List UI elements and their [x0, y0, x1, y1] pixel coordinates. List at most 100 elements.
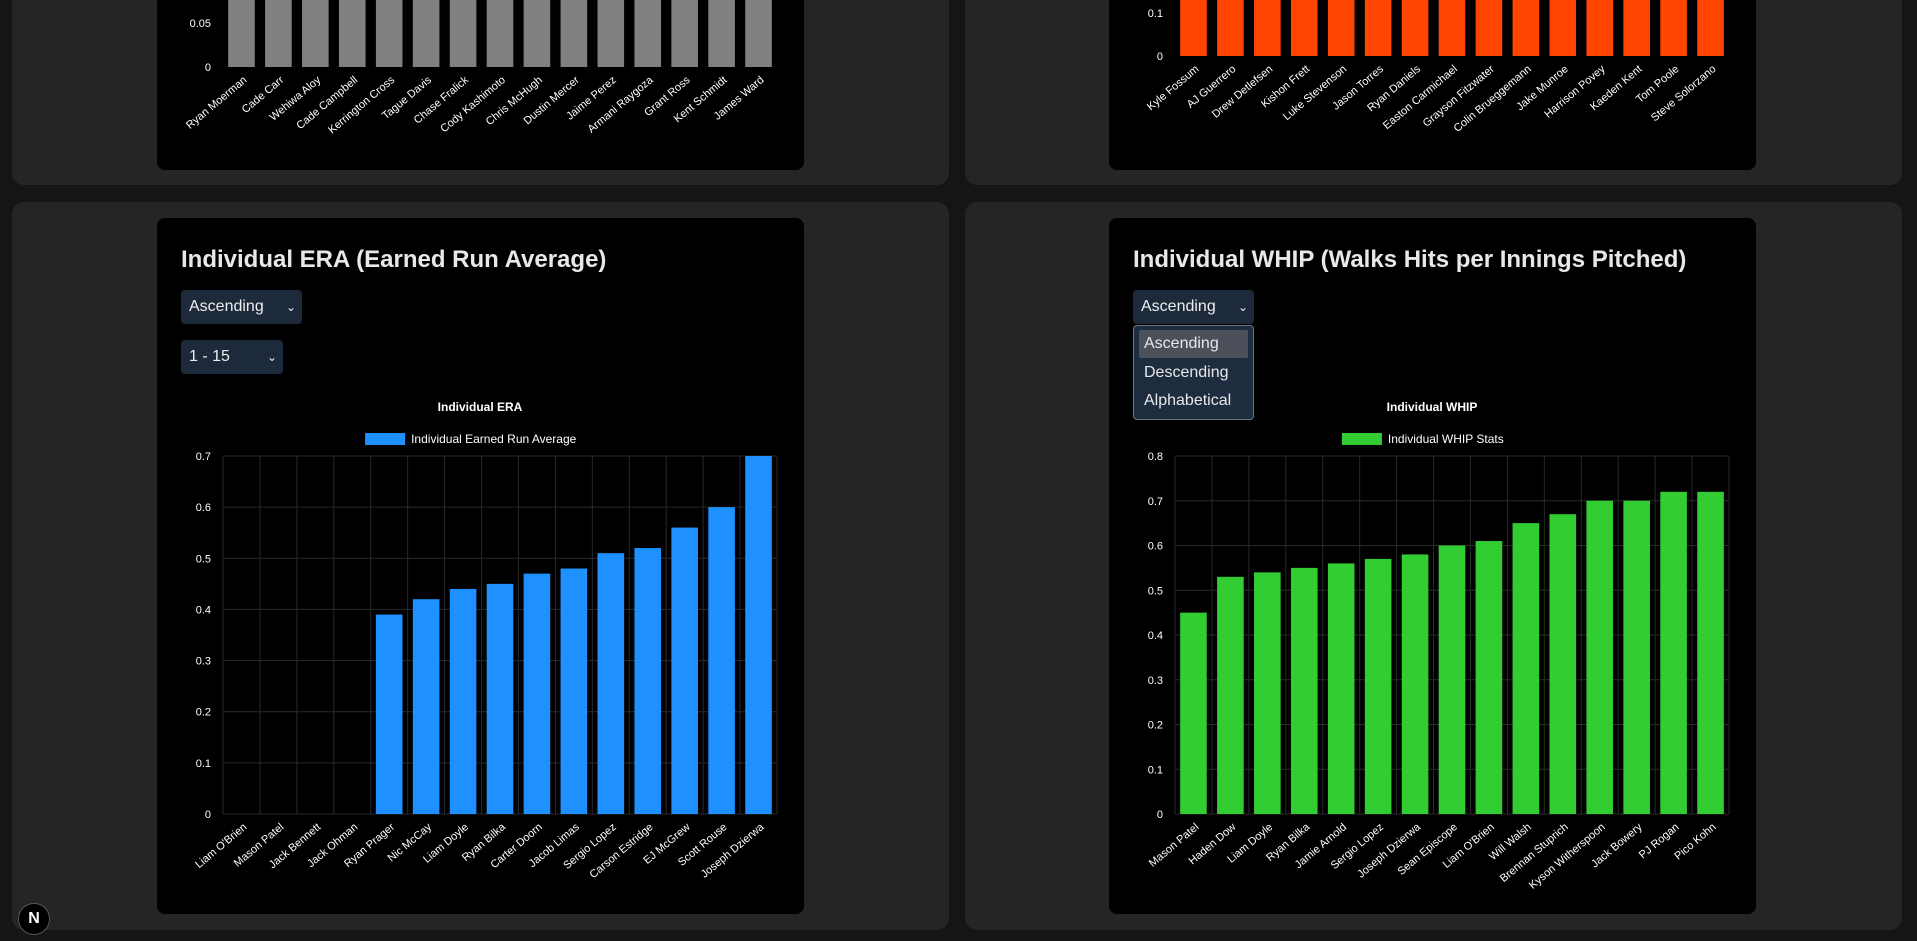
- bar: [449, 0, 477, 67]
- top-left-chart-card: 0.05 0 Ryan Moerman Cade Carr Wehiwa Aloy Cad…: [157, 0, 804, 170]
- bar: [265, 0, 292, 67]
- y-tick-label: 0.1: [196, 758, 211, 770]
- y-tick-label: 0.8: [1148, 451, 1163, 463]
- bar: [1217, 0, 1244, 56]
- y-tick-label: 0.5: [196, 553, 211, 565]
- bar: [1180, 0, 1207, 56]
- bar: [1327, 0, 1355, 56]
- bar: [1623, 0, 1650, 56]
- x-tick-label: Steve Solorzano: [1649, 63, 1719, 124]
- bar: [671, 0, 698, 67]
- bar: [1697, 0, 1724, 56]
- bar: [1180, 612, 1207, 814]
- dropdown-option-alphabetical[interactable]: Alphabetical: [1139, 387, 1248, 415]
- bar: [634, 548, 662, 814]
- bar: [1438, 0, 1466, 56]
- bar: [1512, 0, 1540, 56]
- y-tick-label: 0.5: [1148, 585, 1163, 597]
- bar: [375, 0, 403, 67]
- y-tick-label: 0.2: [196, 707, 211, 719]
- x-tick-label: Joseph Dzierwa: [1355, 821, 1423, 881]
- bar: [375, 614, 403, 814]
- bar: [1586, 500, 1614, 814]
- x-tick-label: Cody Kashimoto: [438, 74, 508, 135]
- x-tick-label: Armani Raygoza: [586, 74, 657, 136]
- bar: [486, 0, 514, 67]
- bar: [1660, 491, 1687, 814]
- bar: [597, 0, 625, 67]
- bar: [1549, 514, 1577, 814]
- bar: [745, 456, 772, 814]
- y-tick-label: 0.6: [196, 502, 211, 514]
- legend-swatch: [365, 433, 406, 445]
- y-tick-label: 0.2: [1148, 720, 1163, 732]
- bar: [560, 568, 588, 814]
- bar: [671, 527, 698, 814]
- y-tick-label: 0.6: [1148, 541, 1163, 553]
- x-tick-label: Pico Kohn: [1672, 821, 1718, 862]
- bar: [1290, 567, 1318, 814]
- bar: [1697, 491, 1724, 814]
- bar: [1290, 0, 1318, 56]
- legend-label: Individual WHIP Stats: [1388, 432, 1504, 446]
- y-tick-label: 0.3: [196, 656, 211, 668]
- bar: [1401, 554, 1429, 814]
- whip-sort-dropdown: Ascending Descending Alphabetical: [1133, 325, 1254, 420]
- x-tick-label: Kerrington Cross: [326, 74, 397, 137]
- bar: [745, 0, 772, 67]
- y-tick-label: 0.3: [1148, 675, 1163, 687]
- bar: [1217, 576, 1244, 814]
- whip-card: Individual WHIP (Walks Hits per Innings …: [1109, 218, 1756, 914]
- dropdown-option-ascending[interactable]: Ascending: [1139, 330, 1248, 358]
- bar: [1254, 572, 1281, 814]
- top-left-bar-chart: 0.050Ryan MoermanCade CarrWehiwa AloyCad…: [184, 0, 772, 137]
- y-tick-label: 0.1: [1148, 8, 1163, 20]
- legend-label: Individual Earned Run Average: [411, 432, 577, 446]
- y-tick-label: 0.7: [196, 451, 211, 463]
- x-tick-label: Luke Stevenson: [1281, 63, 1349, 123]
- x-tick-label: Carson Estridge: [588, 821, 656, 881]
- bar: [1512, 523, 1540, 814]
- y-tick-label: 0.4: [196, 604, 211, 616]
- bar: [1549, 0, 1577, 56]
- bar: [597, 553, 625, 814]
- bar: [1660, 0, 1687, 56]
- y-tick-label: 0: [205, 809, 211, 821]
- bar: [708, 507, 735, 814]
- bar: [1327, 563, 1355, 814]
- x-tick-label: Joseph Dzierwa: [699, 821, 767, 881]
- top-right-chart-card: 0.1 0 Kyle Fossum AJ Guerrero Drew Detlefsen…: [1109, 0, 1756, 170]
- y-tick-label: 0: [205, 62, 211, 74]
- bar: [1364, 0, 1392, 56]
- era-bar-chart: Individual ERA Individual Earned Run Aver…: [193, 400, 778, 881]
- bar: [1586, 0, 1614, 56]
- bar: [708, 0, 735, 67]
- bar: [228, 0, 255, 67]
- bar: [338, 0, 366, 67]
- y-tick-label: 0.1: [1148, 764, 1163, 776]
- top-right-bar-chart: 0.10Kyle FossumAJ GuerreroDrew Detlefsen…: [1145, 0, 1724, 135]
- whip-bar-chart: Individual WHIP Individual WHIP Stats 0 0.1…: [1147, 400, 1730, 892]
- bar: [1475, 0, 1503, 56]
- nextjs-dev-badge[interactable]: N: [18, 903, 50, 935]
- bar: [634, 0, 662, 67]
- y-tick-label: 0: [1157, 809, 1163, 821]
- y-tick-label: 0.05: [190, 18, 211, 30]
- bar: [1475, 541, 1503, 814]
- chart-title: Individual WHIP: [1387, 400, 1478, 414]
- bar: [1623, 500, 1650, 814]
- y-tick-label: 0: [1157, 51, 1163, 63]
- bar: [1254, 0, 1281, 56]
- dropdown-option-descending[interactable]: Descending: [1139, 359, 1248, 387]
- legend-swatch: [1341, 433, 1382, 445]
- bar: [302, 0, 329, 67]
- bar: [412, 0, 440, 67]
- bar: [1401, 0, 1429, 56]
- chart-title: Individual ERA: [438, 400, 523, 414]
- bar: [1438, 545, 1466, 814]
- y-tick-label: 0.4: [1148, 630, 1163, 642]
- bar: [523, 573, 551, 814]
- era-card: Individual ERA (Earned Run Average) Asce…: [157, 218, 804, 914]
- bar: [449, 588, 477, 814]
- bar: [412, 599, 440, 814]
